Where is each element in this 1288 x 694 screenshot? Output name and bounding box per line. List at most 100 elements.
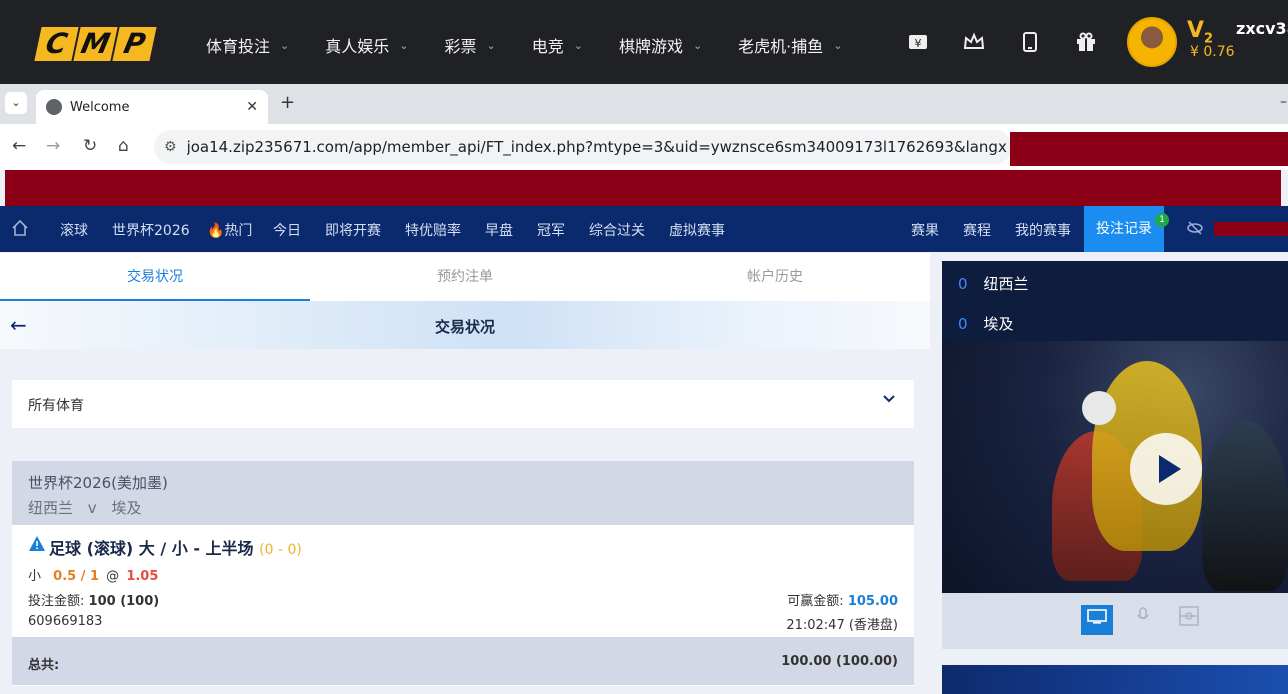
home-team: 纽西兰	[28, 499, 74, 517]
ticket-icon[interactable]: ¥	[906, 30, 930, 54]
sub-tabs: 交易状况 预约注单 帐户历史	[0, 253, 930, 301]
stake-row: 投注金额: 100 (100)	[28, 590, 159, 609]
browser-tab[interactable]: Welcome ✕	[36, 90, 268, 124]
bet-status-panel: 交易状况 预约注单 帐户历史 ← 交易状况 所有体育 世界杯2026(美加墨) …	[0, 253, 930, 694]
sports-nav-results[interactable]: 赛果	[911, 220, 939, 240]
sports-nav-best-odds[interactable]: 特优赔率	[405, 220, 461, 240]
away-team: 埃及	[111, 499, 142, 517]
sports-nav-my-events[interactable]: 我的赛事	[1015, 220, 1071, 240]
redaction-block	[1214, 222, 1288, 236]
tab-transaction-status[interactable]: 交易状况	[0, 253, 310, 301]
bet-selection: 小 0.5 / 1 @ 1.05	[28, 565, 158, 584]
chevron-down-icon: ⌄	[573, 38, 583, 52]
stake-label: 投注金额:	[28, 594, 85, 609]
sports-nav-schedule[interactable]: 赛程	[963, 220, 991, 240]
nav-sports-betting[interactable]: 体育投注 ⌄	[206, 33, 289, 57]
sports-nav-virtual[interactable]: 虚拟赛事	[669, 220, 725, 240]
site-header: C M P 体育投注 ⌄ 真人娱乐 ⌄ 彩票 ⌄ 电竞 ⌄ 棋牌游戏 ⌄ 老虎机·捕鱼 ⌄ …	[0, 0, 1288, 84]
address-bar[interactable]: ⚙ joa14.zip235671.com/app/member_api/FT_…	[154, 130, 1012, 164]
chevron-down-icon: ⌄	[833, 38, 843, 52]
minimize-icon[interactable]: –	[1280, 94, 1287, 110]
tab-account-history[interactable]: 帐户历史	[620, 253, 930, 301]
mobile-icon[interactable]	[1018, 30, 1042, 54]
sports-nav-hot[interactable]: 🔥热门	[207, 220, 252, 240]
crown-icon[interactable]	[962, 30, 986, 54]
new-tab-button[interactable]: +	[280, 92, 295, 113]
video-preview[interactable]	[942, 341, 1288, 593]
home-icon[interactable]	[10, 218, 30, 238]
reload-button[interactable]: ↻	[83, 136, 97, 156]
away-team-name: 埃及	[983, 315, 1014, 333]
notification-badge: 1	[1155, 213, 1169, 227]
logo-letter-c: C	[34, 27, 79, 61]
bet-card: 世界杯2026(美加墨) 纽西兰 v 埃及 足球 (滚球) 大 / 小 - 上半…	[12, 461, 914, 686]
sport-filter-select[interactable]: 所有体育	[12, 380, 914, 428]
ticket-id: 609669183	[28, 614, 103, 629]
nav-slots-fishing[interactable]: 老虎机·捕鱼 ⌄	[738, 33, 842, 57]
tab-search-icon[interactable]: ⌄	[5, 92, 27, 114]
sports-nav: 滚球 世界杯2026 🔥热门 今日 即将开赛 特优赔率 早盘 冠军 综合过关 虚…	[0, 206, 1288, 252]
browser-tab-strip: ⌄ Welcome ✕ + –	[0, 84, 1288, 124]
bet-card-header: 世界杯2026(美加墨) 纽西兰 v 埃及	[12, 461, 914, 525]
back-button[interactable]: ←	[12, 136, 26, 156]
browser-toolbar: ← → ↻ ⌂ ⚙ joa14.zip235671.com/app/member…	[0, 124, 1288, 170]
sports-nav-early[interactable]: 早盘	[485, 220, 513, 240]
handicap-value: 0.5 / 1	[53, 569, 100, 584]
redaction-block	[1010, 132, 1288, 166]
tv-icon[interactable]	[1081, 605, 1113, 635]
site-nav: 体育投注 ⌄ 真人娱乐 ⌄ 彩票 ⌄ 电竞 ⌄ 棋牌游戏 ⌄ 老虎机·捕鱼 ⌄	[206, 33, 878, 57]
sports-nav-parlay[interactable]: 综合过关	[589, 220, 645, 240]
nav-esports[interactable]: 电竞 ⌄	[532, 33, 583, 57]
bet-record-tab[interactable]: 投注记录	[1084, 206, 1164, 252]
logo-letter-m: M	[73, 27, 118, 61]
stake-value: 100 (100)	[88, 594, 160, 609]
sports-nav-today[interactable]: 今日	[273, 220, 301, 240]
eye-hidden-icon[interactable]	[1186, 219, 1204, 241]
sports-nav-worldcup[interactable]: 世界杯2026	[112, 220, 190, 240]
site-icon-group: ¥	[906, 30, 1098, 54]
league-name: 世界杯2026(美加墨)	[28, 474, 168, 492]
total-label: 总共:	[28, 658, 60, 673]
sports-nav-inplay[interactable]: 滚球	[60, 220, 88, 240]
warning-icon	[28, 535, 46, 557]
url-text: joa14.zip235671.com/app/member_api/FT_in…	[186, 138, 1007, 156]
odds-value: 1.05	[126, 569, 159, 584]
away-score-row: 0 埃及	[958, 313, 1014, 334]
microphone-icon[interactable]	[1127, 605, 1159, 635]
close-icon[interactable]: ✕	[246, 99, 258, 115]
vip-level-badge: V2	[1187, 18, 1214, 47]
page-title-bar: ← 交易状况	[0, 301, 930, 349]
bet-total-row: 总共: 100.00 (100.00)	[12, 637, 914, 685]
nav-live-casino[interactable]: 真人娱乐 ⌄	[325, 33, 408, 57]
chevron-down-icon: ⌄	[280, 38, 290, 52]
bet-time: 21:02:47 (香港盘)	[786, 618, 898, 633]
play-button[interactable]	[1130, 433, 1202, 505]
chevron-down-icon: ⌄	[399, 38, 409, 52]
football-image	[1082, 391, 1116, 425]
site-info-icon[interactable]: ⚙	[164, 139, 177, 155]
tab-title: Welcome	[70, 99, 130, 115]
at-symbol: @	[106, 569, 120, 584]
svg-text:¥: ¥	[915, 37, 922, 50]
logo-letter-p: P	[112, 27, 157, 61]
site-logo[interactable]: C M P	[34, 27, 157, 61]
sports-nav-outright[interactable]: 冠军	[537, 220, 565, 240]
sports-nav-upcoming[interactable]: 即将开赛	[325, 220, 381, 240]
media-mode-bar	[942, 593, 1288, 649]
username[interactable]: zxcv38	[1236, 19, 1288, 38]
home-button[interactable]: ⌂	[118, 136, 129, 156]
player-figure	[1202, 421, 1288, 591]
promo-banner[interactable]	[942, 665, 1288, 694]
home-score-row: 0 纽西兰	[958, 273, 1029, 294]
nav-lottery[interactable]: 彩票 ⌄	[444, 33, 495, 57]
field-icon[interactable]	[1173, 605, 1205, 635]
current-score: (0 - 0)	[259, 542, 302, 558]
match-teams: 纽西兰 v 埃及	[28, 497, 141, 518]
chevron-down-icon: ⌄	[486, 38, 496, 52]
nav-card-games[interactable]: 棋牌游戏 ⌄	[619, 33, 702, 57]
gift-icon[interactable]	[1074, 30, 1098, 54]
forward-button[interactable]: →	[46, 136, 60, 156]
tab-reserved-bets[interactable]: 预约注单	[310, 253, 620, 301]
globe-icon	[46, 99, 62, 115]
avatar[interactable]	[1127, 17, 1177, 67]
